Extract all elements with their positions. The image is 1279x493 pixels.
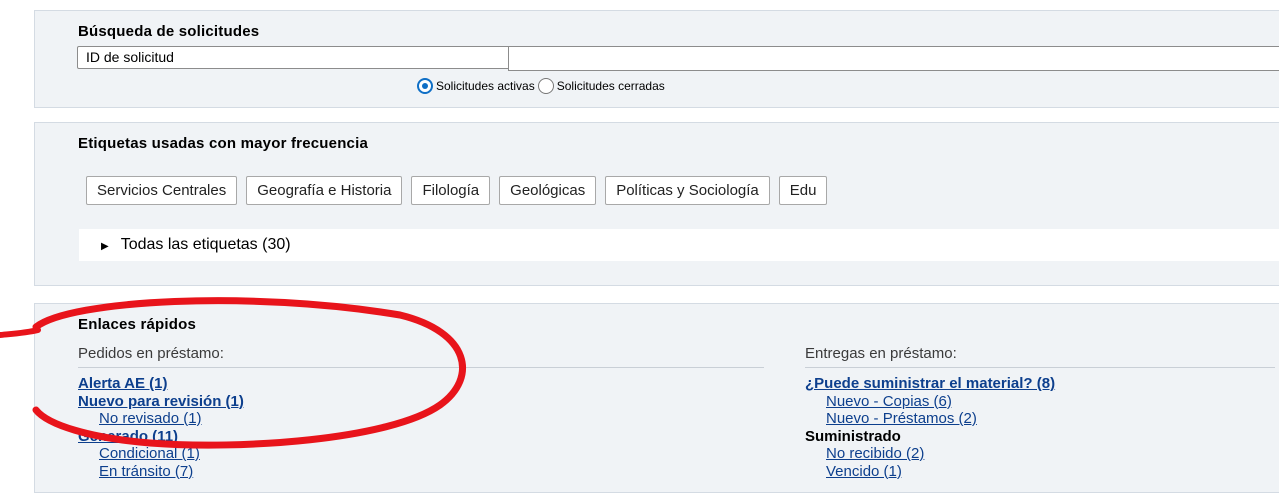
- radio-closed-label[interactable]: Solicitudes cerradas: [557, 79, 665, 93]
- link-generated[interactable]: Generado (11): [78, 428, 178, 445]
- tags-panel: Etiquetas usadas con mayor frecuencia Se…: [34, 122, 1279, 286]
- request-status-radio-group: Solicitudes activas Solicitudes cerradas: [417, 78, 665, 94]
- loan-deliveries-list: ¿Puede suministrar el material? (8) Nuev…: [805, 375, 1055, 480]
- tag-button[interactable]: Geológicas: [499, 176, 597, 205]
- all-tags-toggle[interactable]: ▶ Todas las etiquetas (30): [79, 229, 1279, 261]
- search-input[interactable]: [508, 46, 1279, 71]
- link-not-received[interactable]: No recibido (2): [826, 445, 924, 462]
- link-new-loans[interactable]: Nuevo - Préstamos (2): [826, 410, 977, 427]
- tag-button[interactable]: Políticas y Sociología: [605, 176, 770, 205]
- loan-deliveries-heading: Entregas en préstamo:: [805, 345, 957, 362]
- link-not-reviewed[interactable]: No revisado (1): [99, 410, 202, 427]
- all-tags-label: Todas las etiquetas (30): [120, 236, 291, 253]
- link-ae-alert[interactable]: Alerta AE (1): [78, 375, 167, 392]
- search-title: Búsqueda de solicitudes: [78, 23, 260, 40]
- tag-button[interactable]: Edu: [778, 176, 828, 205]
- tag-button[interactable]: Filología: [411, 176, 491, 205]
- radio-unselected-icon[interactable]: [537, 78, 554, 94]
- radio-selected-icon[interactable]: [417, 78, 433, 94]
- search-panel: Búsqueda de solicitudes ID de solicitud …: [34, 10, 1279, 108]
- link-conditional[interactable]: Condicional (1): [99, 445, 200, 462]
- link-new-copies[interactable]: Nuevo - Copias (6): [826, 393, 952, 410]
- loan-requests-list: Alerta AE (1) Nuevo para revisión (1) No…: [78, 375, 244, 480]
- divider: [78, 367, 764, 368]
- loan-requests-heading: Pedidos en préstamo:: [78, 345, 224, 362]
- triangle-right-icon: ▶: [101, 241, 109, 252]
- tags-title: Etiquetas usadas con mayor frecuencia: [78, 135, 369, 152]
- quick-links-panel: Enlaces rápidos Pedidos en préstamo: Ale…: [34, 303, 1279, 493]
- tag-button[interactable]: Servicios Centrales: [86, 176, 238, 205]
- link-new-for-review[interactable]: Nuevo para revisión (1): [78, 393, 244, 410]
- search-type-select[interactable]: ID de solicitud ⌵: [77, 46, 533, 69]
- supplied-heading: Suministrado: [805, 427, 901, 445]
- tag-button[interactable]: Geografía e Historia: [246, 176, 403, 205]
- tag-list: Servicios Centrales Geografía e Historia…: [86, 176, 828, 205]
- radio-active-label[interactable]: Solicitudes activas: [436, 79, 535, 93]
- quick-links-title: Enlaces rápidos: [78, 316, 197, 333]
- link-can-supply[interactable]: ¿Puede suministrar el material? (8): [805, 375, 1055, 392]
- search-type-value: ID de solicitud: [86, 49, 174, 65]
- divider: [805, 367, 1275, 368]
